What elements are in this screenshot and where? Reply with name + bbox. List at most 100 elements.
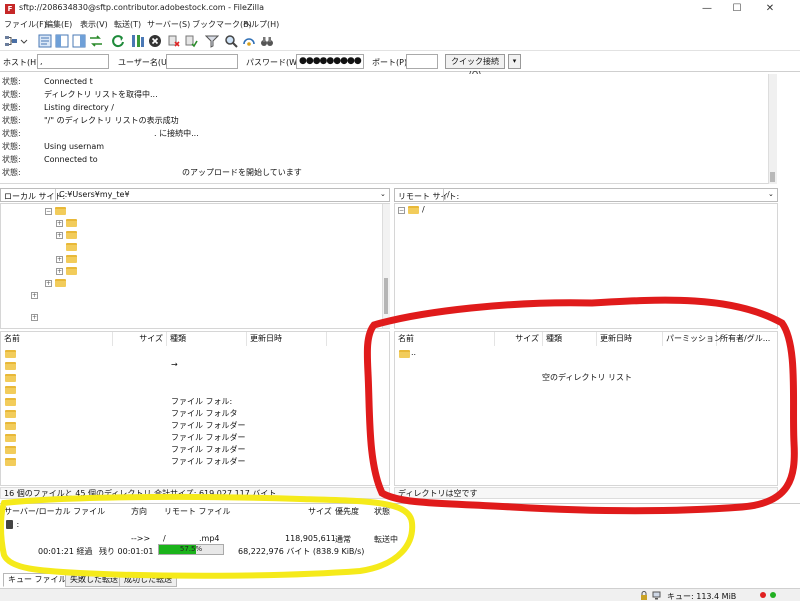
folder-icon <box>5 374 16 382</box>
red-outline-stroke <box>363 296 798 515</box>
username-input[interactable] <box>166 54 238 69</box>
remote-tree-root-label[interactable]: / <box>422 205 425 214</box>
expand-icon[interactable]: + <box>45 280 52 287</box>
port-input[interactable] <box>406 54 438 69</box>
filezilla-app-icon: F <box>5 4 15 14</box>
local-path-input[interactable]: C:¥Users¥my_te¥ <box>55 189 389 201</box>
quickconnect-history-dropdown[interactable]: ▾ <box>508 54 521 69</box>
activity-led-red-icon <box>760 592 766 598</box>
folder-icon <box>5 362 16 370</box>
refresh-icon[interactable] <box>111 34 125 48</box>
log-status-label: 状態: <box>2 168 21 177</box>
folder-icon[interactable] <box>55 279 66 287</box>
folder-icon <box>5 350 16 358</box>
log-status-label: 状態: <box>2 90 21 99</box>
chevron-down-icon[interactable] <box>20 34 28 48</box>
menu-file[interactable]: ファイル(F) <box>4 19 47 30</box>
table-row[interactable]: → <box>1 360 389 372</box>
log-line: 状態: . に接続中... <box>2 128 199 140</box>
table-row[interactable] <box>1 348 389 360</box>
network-icon <box>652 591 661 600</box>
binoculars-icon[interactable] <box>260 34 274 48</box>
file-type-cell: ファイル フォル: <box>171 397 233 406</box>
table-row[interactable]: ファイル フォルタ <box>1 408 389 420</box>
menu-edit[interactable]: 編集(E) <box>45 19 72 30</box>
status-bar: キュー: 113.4 MiB <box>0 588 800 601</box>
queue-size-text: キュー: 113.4 MiB <box>667 592 737 601</box>
folder-icon[interactable] <box>408 206 419 214</box>
reconnect-icon[interactable] <box>184 34 198 48</box>
table-row[interactable]: ファイル フォル: <box>1 396 389 408</box>
log-line: 状態: のアップロードを開始しています <box>2 167 302 179</box>
local-file-list: 名前 サイズ 種類 更新日時 ^ → ファイル フォル: ファイル フォルタ フ… <box>0 331 390 486</box>
folder-icon[interactable] <box>66 267 77 275</box>
folder-icon <box>5 398 16 406</box>
table-row[interactable]: ファイル フォルダー <box>1 432 389 444</box>
table-row[interactable] <box>1 384 389 396</box>
site-manager-icon[interactable] <box>4 34 18 48</box>
expand-icon[interactable]: + <box>56 232 63 239</box>
process-queue-icon[interactable] <box>131 34 145 48</box>
collapse-icon[interactable]: − <box>45 208 52 215</box>
window-title: sftp://208634830@sftp.contributor.adobes… <box>19 3 264 12</box>
log-status-label: 状態: <box>2 103 21 112</box>
menu-help[interactable]: ヘルプ(H) <box>243 19 279 30</box>
log-scrollbar[interactable] <box>768 74 777 184</box>
search-icon[interactable] <box>224 34 238 48</box>
menu-bar: ファイル(F) 編集(E) 表示(V) 転送(T) サーバー(S) ブックマーク… <box>0 18 800 31</box>
disconnect-icon[interactable] <box>167 34 181 48</box>
log-text: のアップロードを開始しています <box>182 168 302 177</box>
chevron-down-icon[interactable]: ⌄ <box>768 190 774 198</box>
log-status-label: 状態: <box>2 142 21 151</box>
host-input[interactable]: , <box>37 54 109 69</box>
minimize-button[interactable]: — <box>692 2 722 16</box>
activity-led-green-icon <box>770 592 776 598</box>
close-button[interactable]: ✕ <box>755 2 785 16</box>
expand-icon[interactable]: + <box>31 314 38 321</box>
menu-server[interactable]: サーバー(S) <box>147 19 190 30</box>
expand-icon[interactable]: + <box>56 256 63 263</box>
toolbar <box>0 31 800 51</box>
title-bar: F sftp://208634830@sftp.contributor.adob… <box>0 0 800 18</box>
yellow-highlight-annotation <box>0 493 416 579</box>
local-col-modified[interactable]: 更新日時 <box>247 332 327 346</box>
menu-view[interactable]: 表示(V) <box>80 19 108 30</box>
local-col-type[interactable]: 種類 <box>167 332 247 346</box>
quickconnect-button[interactable]: クイック接続(Q) <box>445 54 505 79</box>
table-row[interactable]: ファイル フォルダー <box>1 420 389 432</box>
expand-icon[interactable]: + <box>31 292 38 299</box>
collapse-icon[interactable]: − <box>398 207 405 214</box>
log-line: 状態: ディレクトリ リストを取得中... <box>2 89 158 101</box>
table-row[interactable]: ファイル フォルダー <box>1 456 389 468</box>
folder-icon[interactable] <box>66 219 77 227</box>
log-status-label: 状態: <box>2 155 21 164</box>
toggle-queue-icon[interactable] <box>89 34 103 48</box>
directory-filter-icon[interactable] <box>205 34 219 48</box>
expand-icon[interactable]: + <box>56 268 63 275</box>
table-row[interactable] <box>1 372 389 384</box>
file-type-cell: ファイル フォルタ <box>171 409 238 418</box>
local-site-bar: ローカル サイト: C:¥Users¥my_te¥ ⌄ <box>0 188 390 202</box>
toggle-remote-tree-icon[interactable] <box>72 34 86 48</box>
local-col-size[interactable]: サイズ <box>113 332 167 346</box>
menu-transfer[interactable]: 転送(T) <box>114 19 141 30</box>
chevron-down-icon[interactable]: ⌄ <box>380 190 386 198</box>
folder-icon[interactable] <box>66 255 77 263</box>
toggle-log-icon[interactable] <box>38 34 52 48</box>
log-line: 状態: Using usernam <box>2 141 104 153</box>
remote-path-input[interactable]: / <box>443 189 777 201</box>
folder-icon[interactable] <box>66 243 77 251</box>
password-input[interactable]: ●●●●●●●●● <box>296 54 364 69</box>
maximize-button[interactable]: ☐ <box>722 2 752 16</box>
toggle-local-tree-icon[interactable] <box>55 34 69 48</box>
log-text: "/" のディレクトリ リストの表示成功 <box>44 116 179 125</box>
folder-icon[interactable] <box>55 207 66 215</box>
table-row[interactable]: ファイル フォルダー <box>1 444 389 456</box>
log-status-label: 状態: <box>2 129 21 138</box>
folder-icon[interactable] <box>66 231 77 239</box>
expand-icon[interactable]: + <box>56 220 63 227</box>
log-scroll-thumb[interactable] <box>770 172 775 182</box>
folder-icon <box>5 410 16 418</box>
cancel-operation-icon[interactable] <box>148 34 162 48</box>
sync-browsing-icon[interactable] <box>242 34 256 48</box>
